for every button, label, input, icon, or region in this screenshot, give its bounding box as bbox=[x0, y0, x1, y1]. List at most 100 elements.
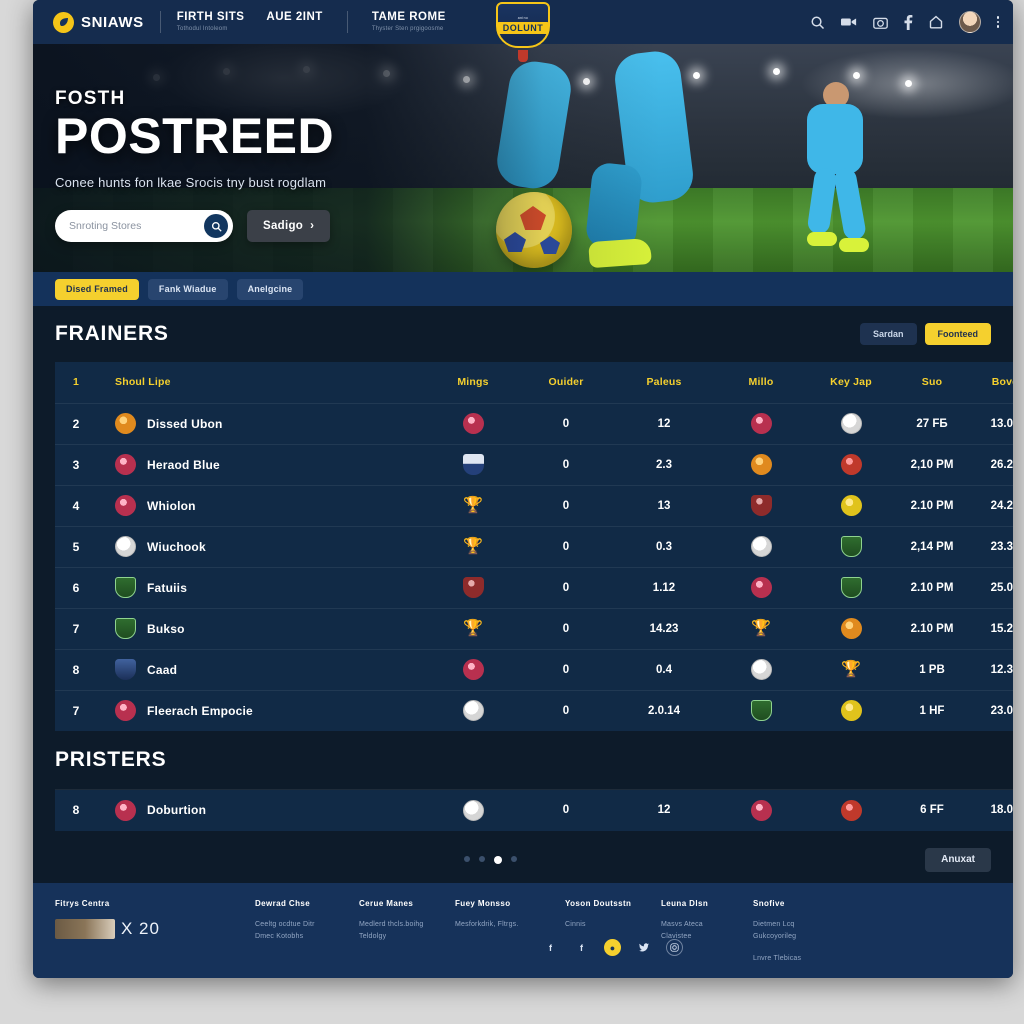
cell-suo: 2.10 PM bbox=[910, 622, 954, 635]
footer-link[interactable]: Cinnis bbox=[565, 919, 661, 932]
cell-key-jap: 🏆 bbox=[807, 649, 895, 690]
club-crest-icon bbox=[840, 536, 862, 557]
sardan-button[interactable]: Sardan bbox=[859, 323, 917, 345]
facebook-icon[interactable] bbox=[904, 14, 913, 30]
tab-anelgcine[interactable]: Anelgcine bbox=[236, 278, 304, 300]
club-crest-icon bbox=[115, 659, 136, 680]
table-row[interactable]: 5 Wiuchook 🏆 0 0.3 2,14 PM 23.34 bbox=[55, 526, 1013, 567]
cell-rank: 3 bbox=[72, 457, 80, 472]
cell-name: Whiolon bbox=[97, 485, 427, 526]
footer-link[interactable]: Ceeltg ocdtue Ditr bbox=[255, 919, 359, 932]
club-crest-icon bbox=[115, 799, 136, 821]
hero-cta-button[interactable]: Sadigo › bbox=[247, 210, 331, 242]
home-icon[interactable] bbox=[929, 15, 943, 29]
club-crest-icon bbox=[840, 413, 862, 434]
col-ouider[interactable]: Ouider bbox=[519, 362, 613, 403]
cell-mings bbox=[427, 444, 519, 485]
cell-millo bbox=[715, 567, 807, 608]
col-millo[interactable]: Millo bbox=[715, 362, 807, 403]
pagination-dot[interactable] bbox=[510, 855, 517, 862]
nav-item-0[interactable]: FIRTH SITS Tothodul Intoleom bbox=[177, 11, 245, 32]
footer-link[interactable]: Medlerd thcls.boihg bbox=[359, 919, 455, 932]
search-icon[interactable] bbox=[810, 15, 825, 30]
foonteed-button[interactable]: Foonteed bbox=[924, 323, 991, 345]
club-crest-icon bbox=[750, 536, 772, 557]
club-crest-icon bbox=[115, 413, 136, 434]
cell-key-jap bbox=[807, 690, 895, 731]
search-submit-button[interactable] bbox=[204, 214, 228, 238]
cell-suo: 2,14 PM bbox=[910, 540, 954, 553]
search-input[interactable] bbox=[69, 220, 204, 232]
table-row[interactable]: 6 Fatuiis 0 1.12 2.10 PM 25.02 bbox=[55, 567, 1013, 608]
table-row[interactable]: 4 Whiolon 🏆 0 13 2.10 PM 24.23 bbox=[55, 485, 1013, 526]
tab-dised-framed[interactable]: Dised Framed bbox=[55, 278, 139, 300]
footer-link[interactable]: Lnvre Tlebicas bbox=[753, 953, 893, 966]
section-title: FRAINERS bbox=[55, 322, 169, 345]
footer-link[interactable]: Masvs Ateca bbox=[661, 919, 753, 932]
col-bove[interactable]: Bove bbox=[969, 362, 1013, 403]
facebook-icon[interactable]: f bbox=[542, 939, 559, 956]
cell-suo: 1 HF bbox=[919, 704, 945, 717]
table-row[interactable]: 7 Fleerach Empocie 0 2.0.14 1 HF 23.09 bbox=[55, 690, 1013, 731]
table-row[interactable]: 7 Bukso 🏆 0 14.23 🏆 2.10 PM 15.23 bbox=[55, 608, 1013, 649]
pagination-dot[interactable] bbox=[493, 855, 502, 864]
cell-ouider: 0 bbox=[562, 499, 570, 512]
avatar[interactable] bbox=[958, 11, 981, 33]
table-row[interactable]: 8 Doburtion 0 12 6 FF 18.06 bbox=[55, 789, 1013, 831]
cell-rank: 8 bbox=[72, 662, 80, 677]
cell-paleus: 1.12 bbox=[652, 581, 676, 594]
col-rank[interactable]: 1 bbox=[55, 362, 97, 403]
nav-item-1[interactable]: AUE 2INT bbox=[266, 11, 322, 26]
cell-name: Heraod Blue bbox=[97, 444, 427, 485]
footer-link[interactable]: Gukcoyorileg bbox=[753, 931, 893, 944]
hero-actions: Sadigo › bbox=[55, 210, 334, 242]
footer-link[interactable]: Dietmen Lcq bbox=[753, 919, 893, 932]
badge-tail bbox=[518, 50, 528, 62]
cell-key-jap bbox=[807, 790, 895, 831]
table-row[interactable]: 2 Dissed Ubon 0 12 27 FБ 13.06 bbox=[55, 403, 1013, 444]
cell-key-jap bbox=[807, 608, 895, 649]
footer-column-1: Dewrad Chse Ceeltg ocdtue Ditr Dmec Koto… bbox=[255, 899, 359, 967]
facebook-icon[interactable]: f bbox=[573, 939, 590, 956]
cell-ouider: 0 bbox=[562, 704, 570, 717]
cell-rank: 5 bbox=[72, 539, 80, 554]
nav-item-2[interactable]: TAME ROME Thyster Sten prgigoosme bbox=[372, 11, 446, 32]
col-paleus[interactable]: Paleus bbox=[613, 362, 715, 403]
club-crest-icon bbox=[462, 659, 484, 680]
cell-millo bbox=[715, 403, 807, 444]
col-key-jap[interactable]: Key Jap bbox=[807, 362, 895, 403]
pagination-dot[interactable] bbox=[478, 855, 485, 862]
pagination-dots[interactable] bbox=[463, 855, 517, 864]
table-row[interactable]: 3 Heraod Blue 0 2.3 2,10 PM 26.23 bbox=[55, 444, 1013, 485]
brand-logo[interactable]: SNIAWS bbox=[53, 11, 144, 33]
cell-ouider: 0 bbox=[562, 417, 570, 430]
hero-search-box[interactable] bbox=[55, 210, 233, 242]
footer-link[interactable]: Dmec Kotobhs bbox=[255, 931, 359, 944]
hero-cta-label: Sadigo bbox=[263, 220, 304, 232]
tab-fank-wiadue[interactable]: Fank Wiadue bbox=[147, 278, 228, 300]
app-icon[interactable]: ● bbox=[604, 939, 621, 957]
center-club-badge[interactable]: anino DOLUNT bbox=[494, 2, 552, 62]
col-mings[interactable]: Mings bbox=[427, 362, 519, 403]
divider bbox=[159, 11, 161, 33]
pagination-dot[interactable] bbox=[463, 855, 470, 862]
instagram-icon[interactable] bbox=[666, 939, 683, 957]
twitter-icon[interactable] bbox=[635, 939, 652, 956]
top-navigation-bar: SNIAWS FIRTH SITS Tothodul Intoleom AUE … bbox=[33, 0, 1013, 62]
club-crest-icon bbox=[840, 454, 862, 475]
footer-link[interactable]: Teldolgy bbox=[359, 931, 455, 944]
club-crest-icon bbox=[462, 577, 484, 598]
kebab-menu-icon[interactable] bbox=[996, 16, 999, 28]
more-button[interactable]: Anuxat bbox=[925, 847, 991, 872]
cell-paleus: 14.23 bbox=[649, 622, 679, 635]
camera-icon[interactable] bbox=[872, 16, 888, 29]
col-name[interactable]: Shoul Lipe bbox=[97, 362, 427, 403]
video-icon[interactable] bbox=[840, 16, 857, 28]
club-crest-icon bbox=[840, 577, 862, 598]
trophy-icon: 🏆 bbox=[751, 620, 771, 637]
col-suo[interactable]: Suo bbox=[895, 362, 969, 403]
footer-col-5-head: Leuna Dlsn bbox=[661, 898, 709, 908]
table-row[interactable]: 8 Caad 0 0.4 🏆 1 PB 12.34 bbox=[55, 649, 1013, 690]
footer-link[interactable]: Mesforkdrik, Fltrgs. bbox=[455, 919, 565, 932]
cell-ouider: 0 bbox=[562, 622, 570, 635]
